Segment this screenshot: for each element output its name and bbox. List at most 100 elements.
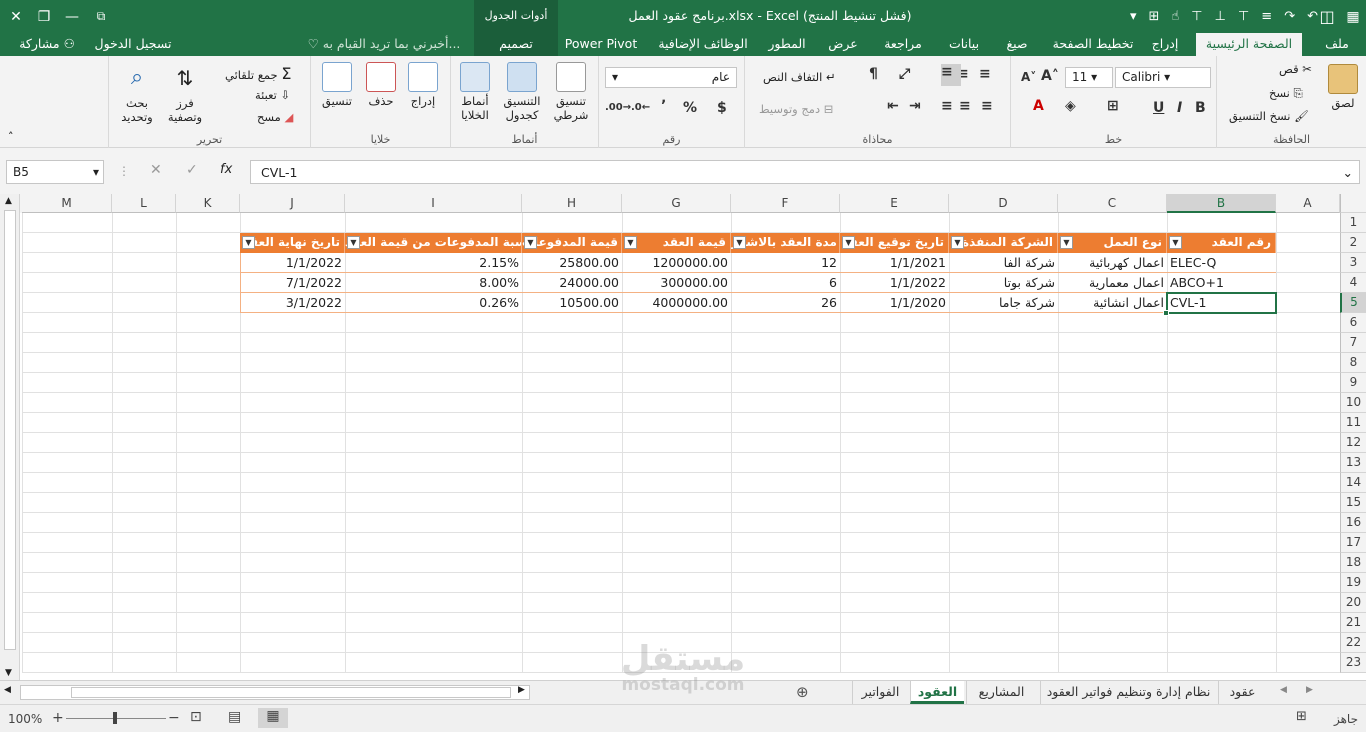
- column-header-a[interactable]: A: [1276, 194, 1340, 213]
- row-header-4[interactable]: 4: [1340, 273, 1366, 293]
- column-header-h[interactable]: H: [522, 194, 622, 213]
- align-top-icon[interactable]: ≡: [979, 66, 991, 82]
- cell-styles-button[interactable]: أنماط الخلايا: [453, 62, 497, 122]
- find-select-button[interactable]: ⌕ بحث وتحديد: [115, 64, 159, 124]
- row-header-6[interactable]: 6: [1340, 313, 1366, 333]
- row-header-22[interactable]: 22: [1340, 633, 1366, 653]
- comma-button[interactable]: ٬: [661, 98, 666, 114]
- row-header-3[interactable]: 3: [1340, 253, 1366, 273]
- sheet-nav-prev-icon[interactable]: ◀: [1280, 685, 1287, 695]
- scroll-up-icon[interactable]: ▲: [5, 196, 12, 206]
- column-header-m[interactable]: M: [22, 194, 112, 213]
- row-header-2[interactable]: 2: [1340, 233, 1366, 253]
- sheet-tab[interactable]: المشاريع: [966, 681, 1036, 704]
- worksheet-grid[interactable]: ▲ ▼ A B C D E F G H I J K L M 1 2 3 4 5 6 7 8 9 10 11 12 13 14 15 16…: [0, 194, 1366, 680]
- select-all-corner[interactable]: [1340, 194, 1366, 213]
- insert-function-icon[interactable]: fx: [220, 162, 232, 177]
- horizontal-scroll-thumb[interactable]: [71, 687, 511, 698]
- format-painter-button[interactable]: نسخ التنسيق 🖌: [1229, 109, 1309, 123]
- zoom-slider-thumb[interactable]: [113, 712, 117, 724]
- rtl-icon[interactable]: ¶: [869, 66, 878, 82]
- sheet-tab[interactable]: العقود: [910, 681, 964, 704]
- table-cell[interactable]: اعمال معمارية: [1058, 273, 1167, 293]
- filter-dropdown-icon[interactable]: ▼: [242, 236, 255, 249]
- table-cell[interactable]: 1/1/2022: [240, 253, 345, 273]
- table-cell[interactable]: 300000.00: [622, 273, 731, 293]
- table-cell[interactable]: 1/1/2022: [840, 273, 949, 293]
- restore-icon[interactable]: ❐: [30, 0, 58, 33]
- filter-dropdown-icon[interactable]: ▼: [842, 236, 855, 249]
- ribbon-display-options-icon[interactable]: ⧉: [86, 0, 116, 33]
- tab-insert[interactable]: إدراج: [1142, 33, 1188, 56]
- hscroll-right-icon[interactable]: ▶: [518, 685, 525, 695]
- tab-powerpivot[interactable]: Power Pivot: [560, 33, 642, 56]
- row-header-23[interactable]: 23: [1340, 653, 1366, 673]
- sort-filter-button[interactable]: ⇅ فرز وتصفية: [163, 64, 207, 124]
- align-left-icon[interactable]: ≡: [941, 98, 953, 114]
- table-header-cell[interactable]: ▼ تاريخ توقيع العقد: [840, 233, 949, 253]
- align-bottom-icon[interactable]: ≡: [941, 64, 961, 86]
- table-cell[interactable]: 1200000.00: [622, 253, 731, 273]
- scroll-down-icon[interactable]: ▼: [5, 668, 12, 678]
- wrap-text-button[interactable]: التفاف النص ↵: [763, 70, 836, 84]
- table-header-cell[interactable]: ▼ قيمة العقد: [622, 233, 731, 253]
- grow-font-icon[interactable]: A˄: [1041, 68, 1059, 84]
- confirm-entry-icon[interactable]: ✓: [186, 162, 198, 178]
- column-header-c[interactable]: C: [1058, 194, 1167, 213]
- row-header-21[interactable]: 21: [1340, 613, 1366, 633]
- table-header-cell[interactable]: ▼ الشركة المنفذة: [949, 233, 1058, 253]
- format-cells-button[interactable]: تنسيق: [317, 62, 357, 108]
- vertical-scrollbar[interactable]: ▲ ▼: [0, 194, 20, 680]
- table-cell[interactable]: 25800.00: [522, 253, 622, 273]
- align-right-icon[interactable]: ≡: [981, 98, 993, 114]
- name-box[interactable]: B5 ▾: [6, 160, 104, 184]
- hscroll-left-icon[interactable]: ◀: [4, 685, 11, 695]
- sign-in-link[interactable]: تسجيل الدخول: [88, 33, 178, 56]
- hierarchy-icon[interactable]: ⊤: [1191, 9, 1202, 24]
- filter-dropdown-icon[interactable]: ▼: [951, 236, 964, 249]
- row-header-13[interactable]: 13: [1340, 453, 1366, 473]
- table-cell[interactable]: شركة بوتا: [949, 273, 1058, 293]
- touch-mode-icon[interactable]: ☝: [1171, 9, 1179, 24]
- table-cell[interactable]: 26: [731, 293, 840, 313]
- tell-me-box[interactable]: ♡ أخبرني بما تريد القيام به...: [300, 33, 468, 56]
- page-layout-view-icon[interactable]: ▤: [228, 709, 241, 725]
- tab-file[interactable]: ملف: [1316, 33, 1358, 56]
- table-cell[interactable]: شركة الفا: [949, 253, 1058, 273]
- filter-dropdown-icon[interactable]: ▼: [347, 236, 360, 249]
- column-header-g[interactable]: G: [622, 194, 731, 213]
- table-header-cell[interactable]: ▼ نوع العمل: [1058, 233, 1167, 253]
- filter-dropdown-icon[interactable]: ▼: [1169, 236, 1182, 249]
- collapse-ribbon-icon[interactable]: ˄: [8, 130, 14, 143]
- row-header-10[interactable]: 10: [1340, 393, 1366, 413]
- copy-button[interactable]: نسخ ⎘: [1269, 86, 1303, 101]
- indent-increase-icon[interactable]: ⇥: [909, 98, 921, 114]
- font-name-select[interactable]: Calibri ▾: [1115, 67, 1211, 88]
- underline-button[interactable]: U: [1153, 100, 1164, 116]
- row-header-17[interactable]: 17: [1340, 533, 1366, 553]
- table-cell[interactable]: ELEC-Q: [1167, 253, 1276, 273]
- table-cell[interactable]: 4000000.00: [622, 293, 731, 313]
- increase-decimal-icon[interactable]: .0←: [631, 102, 650, 113]
- decrease-decimal-icon[interactable]: .00→: [605, 102, 631, 113]
- table-cell[interactable]: اعمال انشائية: [1058, 293, 1167, 313]
- column-header-k[interactable]: K: [176, 194, 240, 213]
- row-header-19[interactable]: 19: [1340, 573, 1366, 593]
- row-header-12[interactable]: 12: [1340, 433, 1366, 453]
- row-header-20[interactable]: 20: [1340, 593, 1366, 613]
- normal-view-icon[interactable]: ▦: [258, 708, 288, 728]
- share-button[interactable]: مشاركة ⚇: [8, 33, 86, 56]
- table-header-cell[interactable]: ▼ قيمة المدفوعات: [522, 233, 622, 253]
- table-cell[interactable]: 1/1/2020: [840, 293, 949, 313]
- table-cell[interactable]: شركة جاما: [949, 293, 1058, 313]
- font-size-select[interactable]: 11 ▾: [1065, 67, 1113, 88]
- minimize-icon[interactable]: —: [58, 0, 86, 33]
- format-as-table-button[interactable]: التنسيق كجدول: [497, 62, 547, 122]
- sheet-tab[interactable]: الفواتير: [852, 681, 908, 704]
- orientation-icon[interactable]: ⤢: [899, 66, 910, 82]
- table-header-cell[interactable]: ▼ تاريخ نهاية العقد: [240, 233, 345, 253]
- filter-dropdown-icon[interactable]: ▼: [624, 236, 637, 249]
- table-cell[interactable]: 0.26%: [345, 293, 522, 313]
- tree-icon[interactable]: ⊤: [1238, 9, 1249, 24]
- tab-formulas[interactable]: صيغ: [996, 33, 1038, 56]
